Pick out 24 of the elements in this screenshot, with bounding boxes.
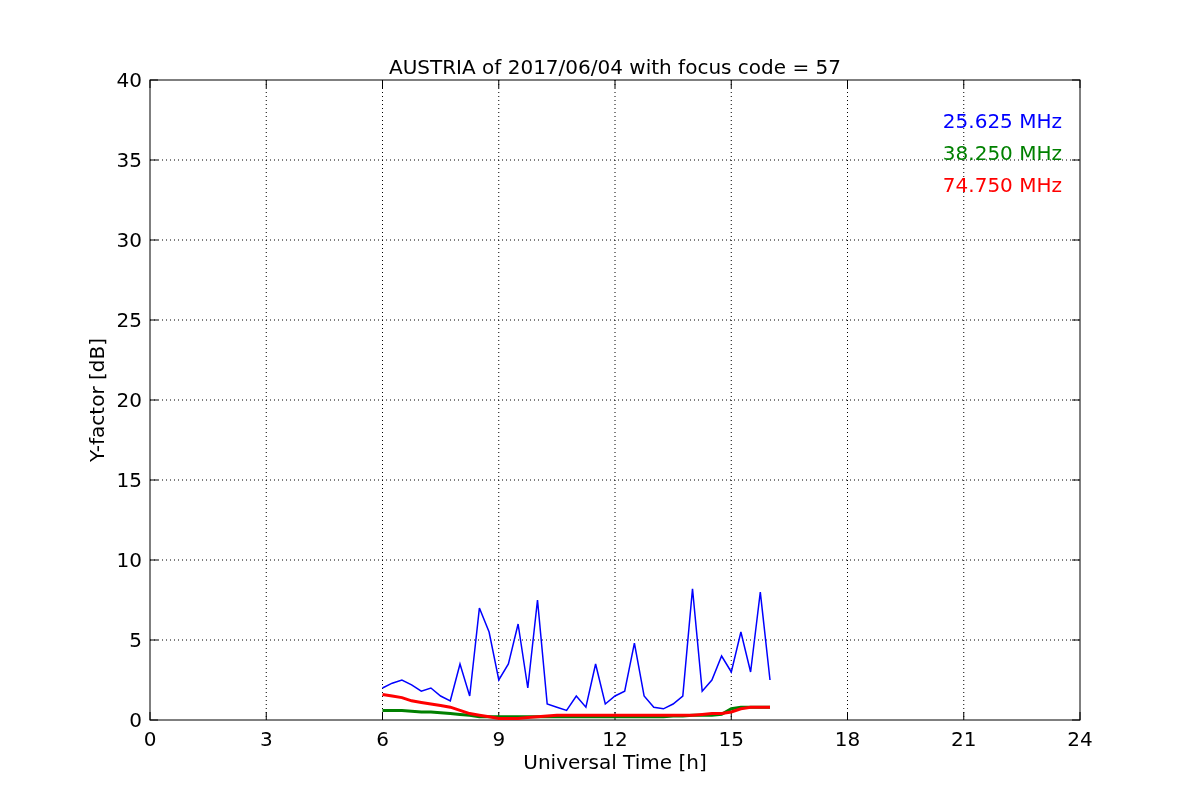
x-tick-label: 24 <box>1067 727 1093 751</box>
y-tick-label: 40 <box>116 68 142 92</box>
x-tick-label: 3 <box>259 727 273 751</box>
x-tick-label: 15 <box>718 727 744 751</box>
x-tick-label: 9 <box>492 727 506 751</box>
y-tick-label: 5 <box>129 628 142 652</box>
y-tick-label: 30 <box>116 228 142 252</box>
x-tick-label: 12 <box>602 727 628 751</box>
legend-label: 25.625 MHz <box>942 109 1062 133</box>
legend-label: 74.750 MHz <box>942 173 1062 197</box>
chart-title: AUSTRIA of 2017/06/04 with focus code = 57 <box>389 55 841 79</box>
y-axis-label: Y-factor [dB] <box>85 338 109 462</box>
x-tick-label: 0 <box>143 727 157 751</box>
x-axis-label: Universal Time [h] <box>523 750 707 774</box>
y-tick-label: 25 <box>116 308 142 332</box>
y-tick-label: 35 <box>116 148 142 172</box>
legend-label: 38.250 MHz <box>942 141 1062 165</box>
y-tick-label: 20 <box>116 388 142 412</box>
y-tick-label: 15 <box>116 468 142 492</box>
x-tick-label: 21 <box>951 727 977 751</box>
x-tick-label: 18 <box>834 727 861 751</box>
x-tick-label: 6 <box>376 727 389 751</box>
y-tick-label: 10 <box>116 548 142 572</box>
y-tick-label: 0 <box>129 708 142 732</box>
